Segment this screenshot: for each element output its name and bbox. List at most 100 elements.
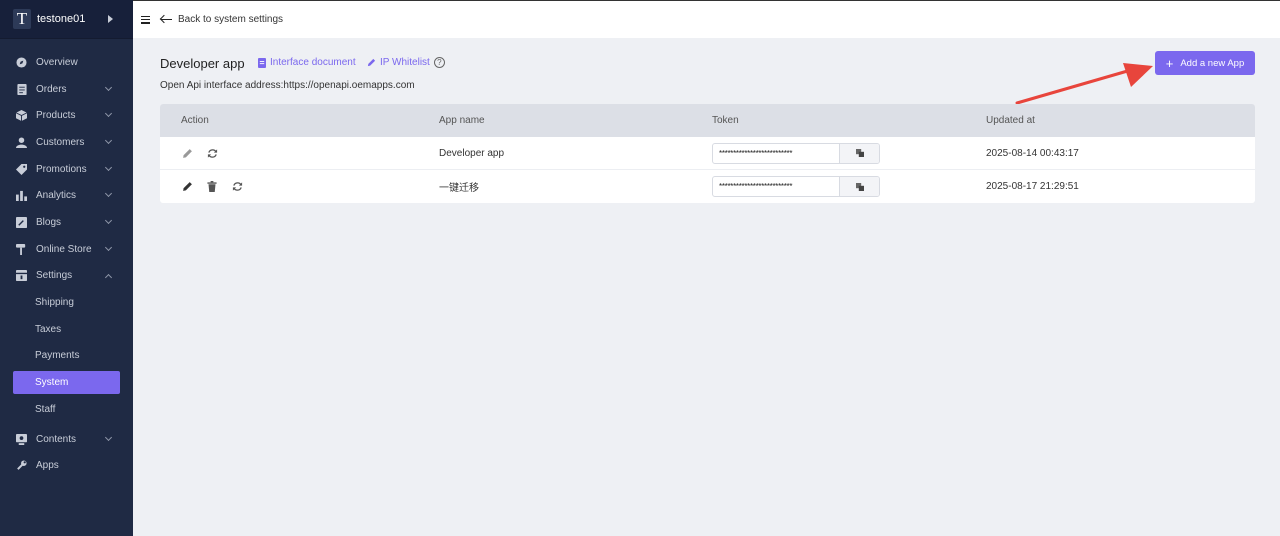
products-icon: [16, 110, 27, 122]
updated-at: 2025-08-17 21:29:51: [986, 181, 1079, 192]
token-field: **************************: [712, 176, 880, 197]
copy-token-button[interactable]: [839, 143, 879, 163]
topbar: Back to system settings: [133, 0, 1280, 38]
copy-icon: [855, 149, 864, 157]
orders-icon: [16, 83, 27, 95]
column-header-token: Token: [712, 115, 739, 126]
updated-at: 2025-08-14 00:43:17: [986, 147, 1079, 159]
contents-icon: [16, 433, 27, 445]
sidebar-item-contents[interactable]: Contents: [0, 426, 133, 453]
sidebar-item-label: Orders: [36, 83, 67, 95]
store-switcher[interactable]: T testone01: [0, 0, 133, 39]
chevron-down-icon: [104, 243, 113, 251]
sidebar-item-overview[interactable]: Overview: [0, 49, 133, 76]
apps-table: Action App name Token Updated at Develop…: [160, 104, 1255, 203]
sidebar-subitem-payments[interactable]: Payments: [0, 343, 133, 370]
token-value: **************************: [719, 182, 793, 191]
table-row: 一键迁移 ************************** 2025-08-…: [160, 170, 1255, 203]
sidebar: T testone01 Overview Orders Products Cus…: [0, 0, 133, 536]
sidebar-item-settings[interactable]: Settings: [0, 263, 133, 290]
token-cell: **************************: [712, 176, 986, 197]
interface-document-link[interactable]: Interface document: [258, 57, 356, 68]
token-value: **************************: [719, 148, 793, 158]
sidebar-item-label: Customers: [36, 136, 85, 148]
chevron-down-icon: [104, 190, 113, 198]
row-actions: [160, 181, 439, 193]
promotions-icon: [16, 163, 27, 175]
pencil-icon: [367, 58, 376, 67]
caret-right-icon: [108, 15, 113, 23]
delete-icon[interactable]: [206, 181, 218, 193]
help-icon[interactable]: ?: [433, 57, 445, 68]
store-logo: T: [13, 9, 31, 29]
table-header: Action App name Token Updated at: [160, 104, 1255, 137]
chevron-up-icon: [104, 273, 113, 281]
app-name: 一键迁移: [439, 183, 479, 194]
refresh-icon[interactable]: [231, 181, 243, 193]
ip-whitelist-link[interactable]: IP Whitelist ?: [367, 57, 445, 68]
sidebar-item-orders[interactable]: Orders: [0, 76, 133, 103]
interface-document-label: Interface document: [270, 57, 356, 68]
sidebar-item-label: Overview: [36, 56, 78, 68]
sidebar-item-products[interactable]: Products: [0, 102, 133, 129]
sidebar-subitem-system[interactable]: System: [13, 371, 120, 395]
token-cell: **************************: [712, 142, 986, 164]
sidebar-item-label: Promotions: [36, 163, 87, 175]
settings-icon: [16, 270, 27, 282]
ip-whitelist-label: IP Whitelist: [380, 57, 430, 68]
sidebar-item-label: Apps: [36, 460, 59, 472]
sidebar-item-online-store[interactable]: Online Store: [0, 236, 133, 263]
back-arrow-icon[interactable]: [160, 15, 172, 25]
plus-icon: +: [1165, 55, 1174, 71]
sidebar-subitem-staff[interactable]: Staff: [0, 396, 133, 423]
back-to-system-settings-link[interactable]: Back to system settings: [178, 14, 283, 25]
sidebar-item-analytics[interactable]: Analytics: [0, 182, 133, 209]
token-field: **************************: [712, 142, 880, 164]
column-header-updated-at: Updated at: [986, 115, 1035, 126]
sidebar-item-label: Analytics: [36, 190, 77, 202]
chevron-down-icon: [104, 137, 113, 145]
sidebar-nav: Overview Orders Products Customers Promo…: [0, 49, 133, 479]
sidebar-item-label: Contents: [36, 433, 77, 445]
main-content: Developer app Interface document IP Whit…: [133, 38, 1280, 536]
sidebar-item-customers[interactable]: Customers: [0, 129, 133, 156]
overview-icon: [16, 57, 27, 68]
row-actions: [160, 147, 439, 159]
chevron-down-icon: [104, 83, 113, 91]
table-row: Developer app **************************…: [160, 137, 1255, 170]
chevron-down-icon: [104, 433, 113, 441]
column-header-action: Action: [181, 115, 209, 126]
menu-toggle-icon[interactable]: [141, 15, 150, 24]
sidebar-item-blogs[interactable]: Blogs: [0, 209, 133, 236]
sidebar-item-label: Products: [36, 110, 76, 122]
edit-icon[interactable]: [181, 147, 193, 159]
api-address: Open Api interface address:https://opena…: [160, 80, 415, 91]
chevron-down-icon: [104, 217, 113, 225]
document-icon: [258, 57, 266, 68]
sidebar-item-promotions[interactable]: Promotions: [0, 156, 133, 183]
refresh-icon[interactable]: [206, 147, 218, 159]
chevron-down-icon: [104, 110, 113, 118]
sidebar-item-apps[interactable]: Apps: [0, 453, 133, 480]
blogs-icon: [16, 216, 27, 228]
online-store-icon: [16, 243, 27, 255]
chevron-down-icon: [104, 163, 113, 171]
sidebar-item-label: Settings: [36, 270, 73, 282]
analytics-icon: [16, 190, 27, 202]
edit-icon[interactable]: [181, 181, 193, 193]
sidebar-item-label: Online Store: [36, 243, 92, 255]
app-name: Developer app: [439, 147, 505, 159]
customers-icon: [16, 137, 27, 148]
sidebar-item-label: Blogs: [36, 216, 62, 228]
annotation-arrow-icon: [1015, 63, 1153, 105]
sidebar-subitem-taxes[interactable]: Taxes: [0, 316, 133, 343]
store-name: testone01: [37, 13, 86, 25]
column-header-app-name: App name: [439, 115, 485, 126]
sidebar-subitem-shipping[interactable]: Shipping: [0, 289, 133, 316]
page-title: Developer app: [160, 56, 245, 71]
apps-icon: [16, 460, 27, 471]
add-new-app-label: Add a new App: [1180, 57, 1245, 69]
add-new-app-button[interactable]: + Add a new App: [1155, 51, 1255, 75]
copy-icon: [855, 182, 864, 191]
copy-token-button[interactable]: [839, 177, 879, 196]
